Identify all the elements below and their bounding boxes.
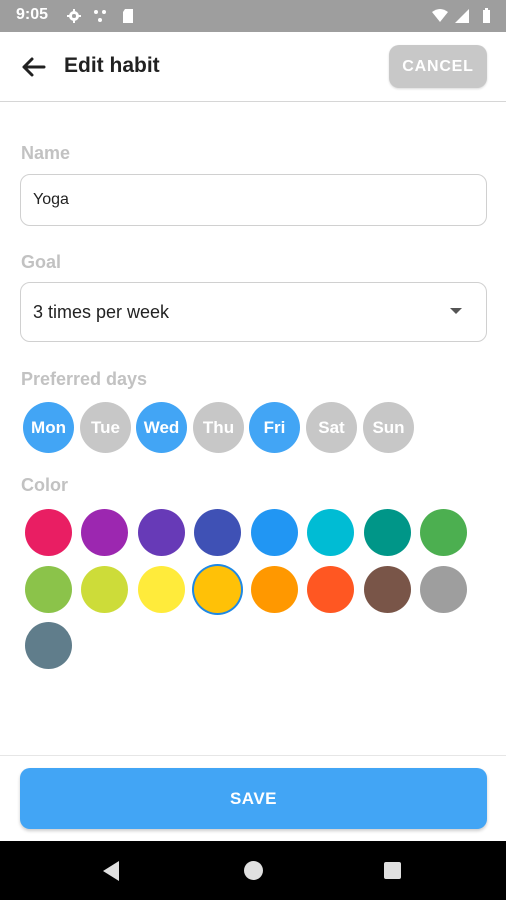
goal-label: Goal bbox=[21, 252, 62, 272]
color-swatch[interactable] bbox=[251, 566, 298, 613]
color-swatch[interactable] bbox=[25, 566, 72, 613]
color-swatch[interactable] bbox=[81, 509, 128, 556]
day-chip-sat[interactable]: Sat bbox=[306, 402, 357, 453]
day-chip-sun[interactable]: Sun bbox=[363, 402, 414, 453]
name-field[interactable]: Yoga bbox=[20, 174, 487, 226]
color-swatch[interactable] bbox=[420, 566, 467, 613]
name-value: Yoga bbox=[33, 191, 69, 208]
sd-card-icon bbox=[123, 9, 133, 23]
nav-home-icon[interactable] bbox=[244, 861, 263, 880]
color-swatch[interactable] bbox=[364, 566, 411, 613]
page-title: Edit habit bbox=[64, 54, 160, 77]
day-chip-mon[interactable]: Mon bbox=[23, 402, 74, 453]
wifi-icon bbox=[432, 9, 448, 22]
color-swatch[interactable] bbox=[81, 566, 128, 613]
nav-bar bbox=[0, 841, 506, 900]
goal-select[interactable]: 3 times per week bbox=[20, 282, 487, 342]
nav-recents-icon[interactable] bbox=[384, 862, 401, 879]
day-chip-thu[interactable]: Thu bbox=[193, 402, 244, 453]
color-swatch[interactable] bbox=[251, 509, 298, 556]
nav-back-icon[interactable] bbox=[103, 861, 119, 881]
preferred-days-label: Preferred days bbox=[21, 369, 148, 389]
status-bar: 9:05 bbox=[0, 0, 506, 32]
color-swatch[interactable] bbox=[25, 622, 72, 669]
color-swatch[interactable] bbox=[307, 509, 354, 556]
day-chip-fri[interactable]: Fri bbox=[249, 402, 300, 453]
name-label: Name bbox=[21, 143, 71, 163]
dropdown-arrow-icon bbox=[450, 308, 462, 314]
color-swatch[interactable] bbox=[194, 509, 241, 556]
gear-icon bbox=[67, 9, 81, 23]
color-swatch[interactable] bbox=[25, 509, 72, 556]
status-time: 9:05 bbox=[16, 6, 49, 23]
save-button[interactable]: SAVE bbox=[20, 768, 487, 829]
day-chip-wed[interactable]: Wed bbox=[136, 402, 187, 453]
battery-icon bbox=[483, 8, 490, 23]
color-label: Color bbox=[21, 475, 68, 495]
day-chip-tue[interactable]: Tue bbox=[80, 402, 131, 453]
color-swatch[interactable] bbox=[138, 566, 185, 613]
color-swatch[interactable] bbox=[364, 509, 411, 556]
goal-value: 3 times per week bbox=[33, 302, 170, 322]
color-swatch[interactable] bbox=[307, 566, 354, 613]
dots-icon bbox=[94, 10, 106, 22]
color-swatch[interactable] bbox=[420, 509, 467, 556]
signal-icon bbox=[455, 9, 469, 23]
color-swatch[interactable] bbox=[138, 509, 185, 556]
arrow-left-icon[interactable] bbox=[18, 52, 48, 82]
toolbar: Edit habit CANCEL bbox=[0, 32, 506, 102]
color-swatch[interactable] bbox=[194, 566, 241, 613]
cancel-button[interactable]: CANCEL bbox=[389, 45, 487, 88]
